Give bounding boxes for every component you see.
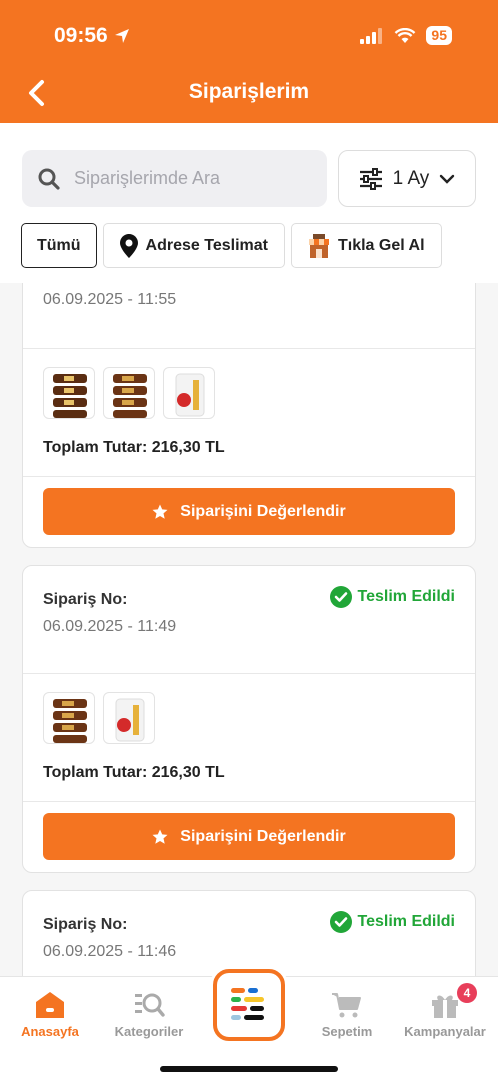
tab-address-delivery-label: Adrese Teslimat [145,236,268,254]
center-menu-button[interactable] [213,969,285,1041]
tab-address-delivery[interactable]: Adrese Teslimat [102,223,285,268]
search-box[interactable] [22,150,327,207]
nav-cart-label: Sepetim [321,1024,373,1039]
product-thumbnails [23,349,475,419]
rate-order-label: Siparişini Değerlendir [180,827,346,845]
home-indicator[interactable] [160,1066,338,1072]
home-icon [36,992,64,1018]
order-card-header: Sipariş No: Teslim Edildi 06.09.2025 - 1… [23,566,475,674]
nav-home-label: Anasayfa [21,1024,79,1039]
product-thumbnails [23,674,475,744]
orders-list[interactable]: 06.09.2025 - 11:55 Toplam Tutar: 216,30 … [0,283,498,976]
tab-click-collect[interactable]: Tıkla Gel Al [290,223,442,268]
order-date: 06.09.2025 - 11:46 [43,943,177,960]
order-card: Sipariş No: Teslim Edildi 06.09.2025 - 1… [22,890,476,976]
location-pin-icon [119,233,138,258]
period-dropdown[interactable]: 1 Ay [338,150,476,207]
order-number-label: Sipariş No: [43,591,128,608]
check-circle-icon [329,911,352,933]
battery-indicator: 95 [426,26,452,45]
order-status: Teslim Edildi [329,586,456,608]
period-label: 1 Ay [392,167,430,189]
order-number-label: Sipariş No: [43,916,128,933]
juice-bottle-image [175,373,205,417]
order-card: Sipariş No: Teslim Edildi 06.09.2025 - 1… [22,565,476,873]
wifi-icon [395,27,416,43]
filter-panel: 1 Ay Tümü Adrese Teslimat Tıkla Gel Al [0,123,498,283]
nav-home[interactable]: Anasayfa [2,991,98,1039]
bottom-navigation: Anasayfa Kategoriler Sepetim Kampanyalar… [0,969,498,1080]
product-thumbnail-chocolate-bar[interactable] [43,367,95,419]
delivery-type-tabs: Tümü Adrese Teslimat Tıkla Gel Al [21,223,442,268]
rate-order-label: Siparişini Değerlendir [180,502,346,520]
rate-order-button[interactable]: Siparişini Değerlendir [43,813,455,860]
product-thumbnail-juice-bottle[interactable] [103,692,155,744]
order-status-text: Teslim Edildi [357,588,456,605]
status-icons: 95 [360,26,452,45]
order-status: Teslim Edildi [329,911,456,933]
tab-all[interactable]: Tümü [21,223,97,268]
page-title: Siparişlerim [188,80,310,103]
order-total: Toplam Tutar: 216,30 TL [23,419,475,477]
app-header: 09:56 95 Siparişlerim [0,0,498,123]
star-icon [152,829,168,844]
search-icon [38,168,60,190]
menu-logo-icon [231,988,264,1020]
location-arrow-icon [114,29,129,43]
cellular-signal-icon [360,27,383,44]
order-status-text: Teslim Edildi [357,913,456,930]
product-thumbnail-chocolate-bar[interactable] [43,692,95,744]
nav-campaigns-label: Kampanyalar [404,1024,486,1039]
chocolate-bar-image [113,374,147,418]
chocolate-bar-image [53,374,87,418]
order-total: Toplam Tutar: 216,30 TL [23,744,475,802]
status-time: 09:56 [54,24,130,48]
nav-categories-label: Kategoriler [114,1024,184,1039]
product-thumbnail-chocolate-bar[interactable] [103,367,155,419]
order-card: 06.09.2025 - 11:55 Toplam Tutar: 216,30 … [22,283,476,548]
order-date: 06.09.2025 - 11:55 [43,291,177,308]
chocolate-bar-image [53,699,87,743]
product-thumbnail-juice-bottle[interactable] [163,367,215,419]
tab-click-collect-label: Tıkla Gel Al [337,236,425,254]
cart-icon [332,993,361,1018]
store-icon [308,233,329,258]
rate-order-button[interactable]: Siparişini Değerlendir [43,488,455,535]
check-circle-icon [329,586,352,608]
order-card-header: Sipariş No: Teslim Edildi 06.09.2025 - 1… [23,891,475,976]
order-date: 06.09.2025 - 11:49 [43,618,177,635]
categories-icon [135,993,165,1017]
nav-categories[interactable]: Kategoriler [101,991,197,1039]
chevron-down-icon [440,174,455,184]
search-input[interactable] [74,168,304,189]
tab-all-label: Tümü [37,236,81,254]
order-card-header: 06.09.2025 - 11:55 [23,283,475,349]
campaigns-badge: 4 [457,983,477,1003]
time-text: 09:56 [54,24,108,47]
nav-cart[interactable]: Sepetim [299,991,395,1039]
gift-icon [432,995,458,1018]
juice-bottle-image [115,698,145,742]
star-icon [152,504,168,519]
nav-campaigns[interactable]: Kampanyalar 4 [397,983,493,1039]
sliders-icon [359,167,382,190]
